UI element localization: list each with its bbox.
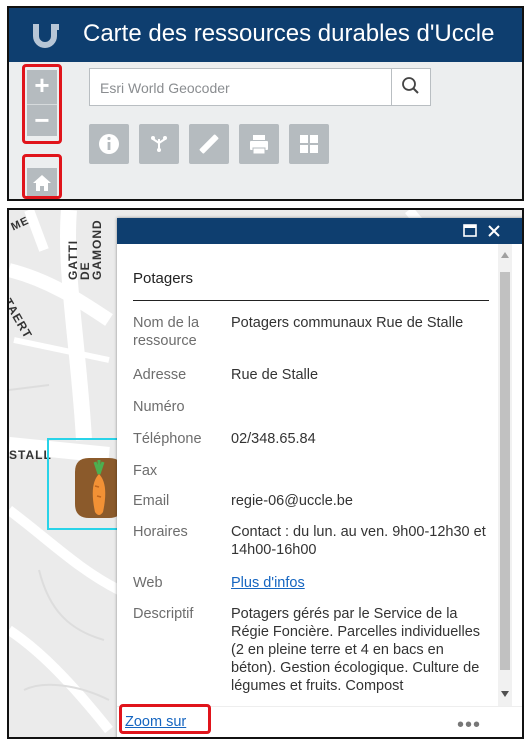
field-value-horaires: Contact : du lun. au ven. 9h00-12h30 et … xyxy=(231,524,486,558)
basemap-button[interactable] xyxy=(289,124,329,164)
home-highlight xyxy=(22,154,62,199)
field-value-adresse: Rue de Stalle xyxy=(231,367,319,383)
basemap-grid-icon xyxy=(300,135,318,153)
search-button[interactable] xyxy=(391,69,430,105)
search-icon xyxy=(402,77,419,94)
field-label-email: Email xyxy=(133,493,170,509)
scroll-up-icon[interactable] xyxy=(501,252,509,258)
field-label-numero: Numéro xyxy=(133,399,185,415)
field-label-descriptif: Descriptif xyxy=(133,606,194,622)
app-header: Carte des ressources durables d'Uccle xyxy=(9,8,522,62)
info-button[interactable] xyxy=(89,124,129,164)
share-button[interactable] xyxy=(139,124,179,164)
app-title: Carte des ressources durables d'Uccle xyxy=(83,20,495,47)
popup-divider xyxy=(133,300,489,301)
search-box xyxy=(89,68,431,106)
scrollbar-thumb[interactable] xyxy=(500,272,510,670)
maximize-icon[interactable] xyxy=(463,224,477,238)
app-toolbar-panel: Carte des ressources durables d'Uccle + … xyxy=(7,6,524,201)
scroll-down-icon[interactable] xyxy=(501,691,509,697)
field-value-nom: Potagers communaux Rue de Stalle xyxy=(231,315,464,331)
field-value-email: regie-06@uccle.be xyxy=(231,493,353,509)
print-button[interactable] xyxy=(239,124,279,164)
zoom-link-highlight xyxy=(119,704,211,734)
more-icon[interactable]: ••• xyxy=(457,714,481,737)
map-panel: GATTI DE GAMOND STALL TAERT ME Potagers … xyxy=(7,208,524,739)
field-label-web: Web xyxy=(133,575,163,591)
app-logo-icon xyxy=(33,24,59,48)
share-icon xyxy=(151,136,167,152)
field-label-nom: Nom de la ressource xyxy=(133,315,200,349)
field-label-telephone: Téléphone xyxy=(133,431,202,447)
popup-title: Potagers xyxy=(133,270,194,287)
measure-button[interactable] xyxy=(189,124,229,164)
plus-dinfos-link[interactable]: Plus d'infos xyxy=(231,575,305,591)
street-label-gatti: GATTI DE GAMOND xyxy=(66,219,104,280)
close-icon[interactable] xyxy=(487,224,501,238)
info-icon xyxy=(99,134,119,154)
popup-scrollbar[interactable] xyxy=(498,244,512,706)
field-label-fax: Fax xyxy=(133,463,158,479)
street-label-stalle: STALL xyxy=(9,448,52,462)
feature-popup: Potagers Nom de la ressource Potagers co… xyxy=(117,218,522,737)
print-icon xyxy=(250,135,268,155)
zoom-highlight xyxy=(22,64,62,144)
popup-header xyxy=(117,218,522,244)
field-label-horaires: Horaires xyxy=(133,524,188,540)
field-value-telephone: 02/348.65.84 xyxy=(231,431,316,447)
search-input[interactable] xyxy=(98,75,392,101)
field-value-web: Plus d'infos xyxy=(231,574,491,592)
field-label-adresse: Adresse xyxy=(133,367,187,383)
measure-icon xyxy=(199,134,219,154)
field-value-descriptif: Potagers gérés par le Service de la Régi… xyxy=(231,606,481,694)
